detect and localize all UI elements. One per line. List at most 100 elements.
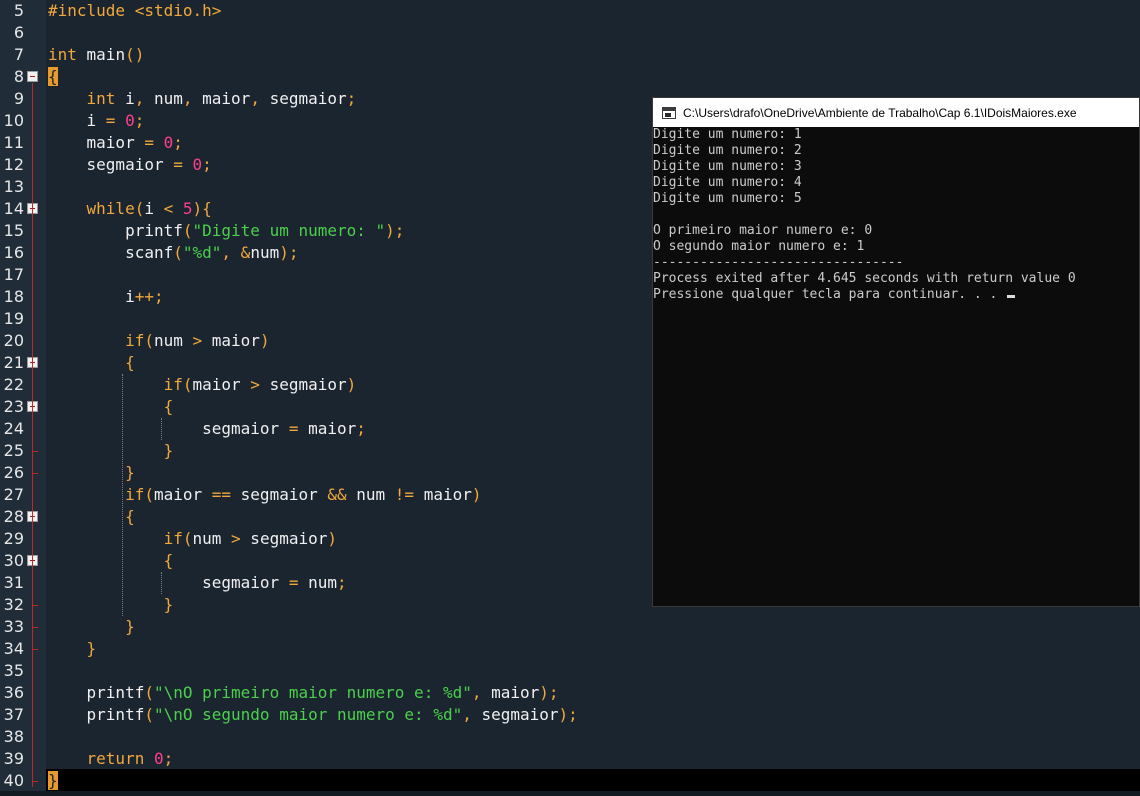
code-token: printf	[48, 683, 145, 702]
code-line[interactable]: segmaior = num;	[48, 572, 347, 594]
code-line[interactable]: if(num > maior)	[48, 330, 270, 352]
code-token: }	[163, 441, 174, 460]
line-number: 29	[3, 529, 24, 548]
code-token: =	[173, 155, 183, 174]
console-output[interactable]: Digite um numero: 1 Digite um numero: 2 Di…	[653, 127, 1139, 607]
code-line[interactable]: i = 0;	[48, 110, 145, 132]
code-line[interactable]: segmaior = maior;	[48, 418, 366, 440]
code-token: num	[192, 529, 232, 548]
code-token: if	[163, 529, 183, 548]
code-token: 0	[163, 133, 174, 152]
indent-guide	[160, 572, 162, 594]
code-line[interactable]: if(maior > segmaior)	[48, 374, 357, 396]
line-number: 8	[13, 67, 24, 86]
console-text: --------------------------------	[653, 255, 904, 270]
code-line[interactable]: }	[48, 770, 58, 792]
code-line[interactable]: segmaior = 0;	[48, 154, 212, 176]
code-token: (	[182, 221, 193, 240]
code-token: int	[48, 45, 77, 64]
line-number: 20	[3, 331, 24, 350]
code-token: printf	[48, 705, 145, 724]
code-line[interactable]: int main()	[48, 44, 144, 66]
code-token: =	[105, 111, 116, 130]
line-number: 33	[3, 617, 24, 636]
code-token: ,	[182, 89, 193, 108]
code-token: ;	[163, 749, 174, 768]
code-line[interactable]: #include <stdio.h>	[48, 0, 221, 22]
fold-end-mark	[32, 627, 38, 628]
code-line[interactable]: }	[48, 638, 97, 660]
code-line[interactable]: if(num > segmaior)	[48, 528, 337, 550]
code-line[interactable]: {	[48, 550, 174, 572]
code-token: segmaior	[48, 419, 289, 438]
code-line[interactable]: printf("Digite um numero: ");	[48, 220, 404, 242]
code-token: "\nO segundo maior numero e: %d"	[153, 705, 463, 724]
code-token: segmaior	[259, 89, 347, 108]
line-number: 32	[3, 595, 24, 614]
code-line[interactable]: i++;	[48, 286, 164, 308]
code-token: ,	[462, 705, 482, 724]
indent-guide	[122, 374, 124, 616]
code-line[interactable]: scanf("%d", &num);	[48, 242, 298, 264]
line-number: 39	[3, 749, 24, 768]
code-line[interactable]: }	[48, 594, 174, 616]
code-token: maior	[491, 683, 540, 702]
code-token: segmaior	[259, 375, 347, 394]
line-number: 40	[3, 771, 24, 790]
code-line[interactable]: return 0;	[48, 748, 174, 770]
code-token: segmaior	[48, 573, 289, 592]
fold-end-mark	[32, 649, 38, 650]
console-text: O primeiro maior numero e: 0	[653, 223, 873, 238]
code-token: segmaior	[48, 155, 174, 174]
code-line[interactable]: int i, num, maior, segmaior;	[48, 88, 357, 110]
code-line[interactable]: if(maior == segmaior && num != maior)	[48, 484, 481, 506]
code-line[interactable]: while(i < 5){	[48, 198, 212, 220]
code-token: ,	[471, 683, 492, 702]
code-token: ,	[134, 89, 145, 108]
fold-collapse-icon[interactable]	[27, 71, 38, 82]
fold-range-line	[32, 83, 33, 787]
code-line[interactable]: {	[48, 396, 174, 418]
line-number: 36	[3, 683, 24, 702]
code-token: );	[385, 221, 405, 240]
code-token: (	[144, 331, 154, 350]
fold-end-mark	[32, 605, 38, 606]
code-line[interactable]: {	[48, 66, 58, 88]
code-token: ==	[211, 485, 232, 504]
code-token: }	[125, 617, 135, 636]
code-line[interactable]: }	[48, 440, 174, 462]
code-token: (	[144, 683, 154, 702]
code-token: i	[144, 199, 164, 218]
code-line[interactable]: {	[48, 352, 135, 374]
console-titlebar[interactable]: C:\Users\drafo\OneDrive\Ambiente de Trab…	[653, 98, 1139, 127]
console-text: Digite um numero: 2	[653, 143, 802, 158]
console-text: Digite um numero: 5	[653, 191, 802, 206]
line-number: 18	[3, 287, 24, 306]
line-number: 34	[3, 639, 24, 658]
console-window[interactable]: C:\Users\drafo\OneDrive\Ambiente de Trab…	[652, 97, 1140, 607]
line-number: 6	[13, 23, 24, 42]
code-token: i	[48, 111, 106, 130]
code-token: {	[48, 67, 58, 86]
line-number: 22	[3, 375, 24, 394]
code-token: (	[173, 243, 183, 262]
code-line[interactable]: printf("\nO primeiro maior numero e: %d"…	[48, 682, 559, 704]
code-token: segmaior	[481, 705, 559, 724]
code-line[interactable]: maior = 0;	[48, 132, 183, 154]
code-line[interactable]: printf("\nO segundo maior numero e: %d",…	[48, 704, 578, 726]
console-line: Digite um numero: 2	[653, 143, 802, 159]
line-number: 13	[3, 177, 24, 196]
code-line[interactable]: }	[48, 616, 135, 638]
code-token: {	[125, 353, 135, 372]
editor-bottom-edge	[0, 791, 1140, 796]
code-token: );	[558, 705, 578, 724]
console-line: O primeiro maior numero e: 0	[653, 223, 872, 239]
